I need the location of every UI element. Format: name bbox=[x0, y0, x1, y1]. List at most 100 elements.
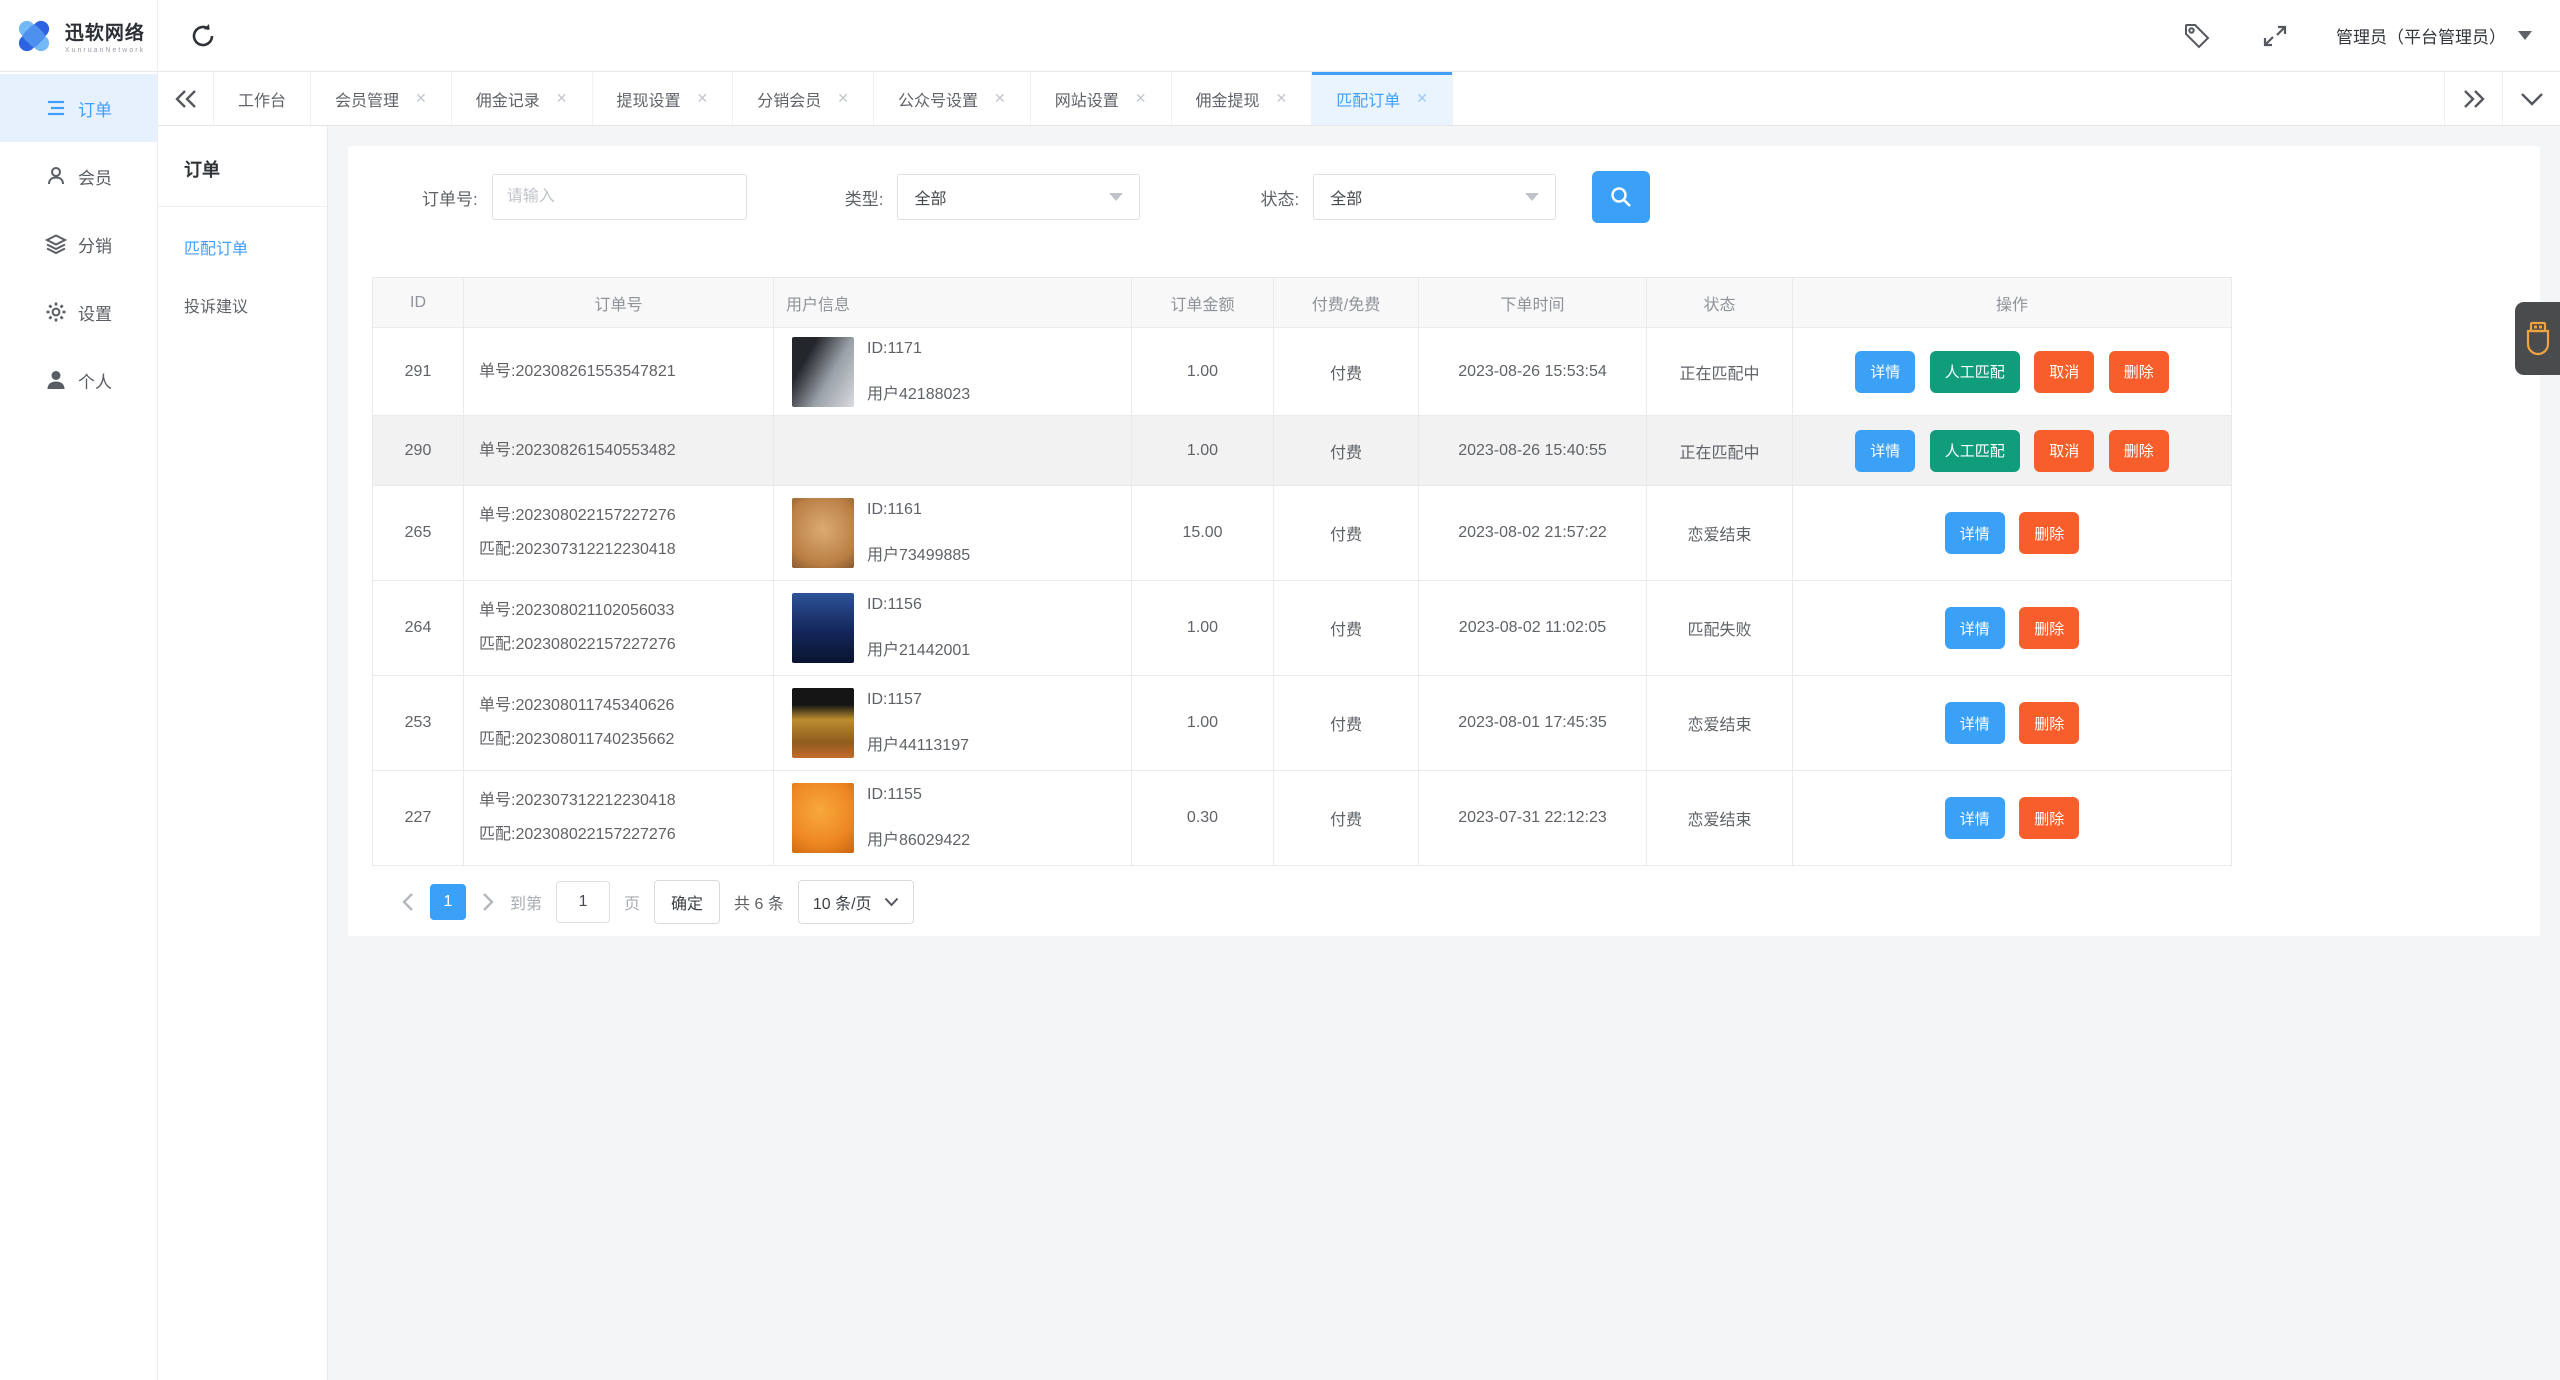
cancel-button[interactable]: 取消 bbox=[2034, 429, 2095, 472]
chevron-down-icon bbox=[884, 897, 898, 907]
delete-button[interactable]: 删除 bbox=[2019, 512, 2080, 554]
chevron-left-icon bbox=[402, 893, 413, 911]
cell-pay-type: 付费 bbox=[1273, 580, 1419, 676]
col-user-info: 用户信息 bbox=[773, 277, 1132, 328]
cell-actions: 详情 删除 bbox=[1792, 770, 2232, 866]
cell-order-no: 单号:202308022157227276 匹配:202307312212230… bbox=[463, 485, 774, 581]
sidebar-item-orders[interactable]: 订单 bbox=[0, 74, 157, 142]
fullscreen-icon[interactable] bbox=[2258, 19, 2292, 53]
filter-bar: 订单号: 类型: 全部 状态: 全部 bbox=[422, 171, 2540, 223]
detail-button[interactable]: 详情 bbox=[1855, 429, 1916, 472]
status-select[interactable]: 全部 bbox=[1313, 174, 1557, 220]
usb-key-widget[interactable] bbox=[2515, 302, 2560, 375]
sidebar-item-distribution[interactable]: 分销 bbox=[0, 210, 157, 278]
detail-button[interactable]: 详情 bbox=[1944, 512, 2005, 554]
goto-label: 到第 bbox=[510, 896, 543, 913]
tab-member-management[interactable]: 会员管理 ✕ bbox=[311, 72, 452, 125]
table-header-row: ID 订单号 用户信息 订单金额 付费/免费 下单时间 状态 操作 bbox=[372, 277, 2232, 328]
col-amount: 订单金额 bbox=[1131, 277, 1274, 328]
admin-menu[interactable]: 管理员（平台管理员） bbox=[2336, 23, 2532, 48]
chevron-down-icon bbox=[2518, 31, 2532, 40]
cell-order-time: 2023-08-26 15:40:55 bbox=[1418, 415, 1647, 486]
goto-page-input[interactable] bbox=[556, 881, 611, 923]
cell-amount: 1.00 bbox=[1131, 415, 1274, 486]
brand-logo-icon bbox=[18, 20, 49, 51]
tab-distribution-members[interactable]: 分销会员 ✕ bbox=[733, 72, 875, 125]
sidebar-item-profile[interactable]: 个人 bbox=[0, 346, 157, 414]
chevron-down-icon bbox=[2520, 92, 2543, 106]
tab-withdraw-settings[interactable]: 提现设置 ✕ bbox=[593, 72, 734, 125]
submenu-item-complaints[interactable]: 投诉建议 bbox=[158, 279, 327, 337]
pagination: 1 到第 页 确定 共 6 条 10 条/页 bbox=[400, 880, 2540, 924]
tab-workbench[interactable]: 工作台 bbox=[214, 72, 312, 125]
manual-match-button[interactable]: 人工匹配 bbox=[1929, 350, 2020, 393]
cell-id: 265 bbox=[372, 485, 464, 581]
delete-button[interactable]: 删除 bbox=[2019, 797, 2080, 839]
chevrons-right-icon bbox=[2463, 89, 2485, 108]
order-no-input[interactable] bbox=[491, 174, 747, 220]
close-icon[interactable]: ✕ bbox=[1135, 90, 1147, 107]
prev-page-button[interactable] bbox=[400, 892, 416, 912]
caret-down-icon bbox=[1109, 193, 1124, 201]
delete-button[interactable]: 删除 bbox=[2019, 607, 2080, 649]
cell-amount: 0.30 bbox=[1131, 770, 1274, 866]
cell-actions: 详情 人工匹配 取消 删除 bbox=[1792, 327, 2232, 416]
user-name: 用户73499885 bbox=[867, 547, 971, 564]
sidebar-item-settings[interactable]: 设置 bbox=[0, 278, 157, 346]
cell-id: 264 bbox=[372, 580, 464, 676]
tab-website-settings[interactable]: 网站设置 ✕ bbox=[1031, 72, 1172, 125]
brand-subtitle: XunruanNetwork bbox=[64, 46, 146, 54]
cell-pay-type: 付费 bbox=[1273, 327, 1419, 416]
delete-button[interactable]: 删除 bbox=[2108, 429, 2169, 472]
confirm-page-button[interactable]: 确定 bbox=[654, 880, 721, 924]
table-row: 291 单号:202308261553547821 ID:1171 用户4218… bbox=[372, 327, 2232, 416]
detail-button[interactable]: 详情 bbox=[1944, 607, 2005, 649]
tab-label: 会员管理 bbox=[335, 92, 400, 110]
current-page-button[interactable]: 1 bbox=[430, 884, 466, 920]
cancel-button[interactable]: 取消 bbox=[2034, 350, 2095, 393]
main-content: 订单号: 类型: 全部 状态: 全部 bbox=[328, 126, 2560, 1380]
detail-button[interactable]: 详情 bbox=[1944, 797, 2005, 839]
close-icon[interactable]: ✕ bbox=[415, 90, 427, 107]
cell-status: 恋爱结束 bbox=[1646, 675, 1793, 771]
cell-status: 匹配失败 bbox=[1646, 580, 1793, 676]
refresh-icon[interactable] bbox=[186, 19, 220, 53]
tab-official-account-settings[interactable]: 公众号设置 ✕ bbox=[874, 72, 1031, 125]
close-icon[interactable]: ✕ bbox=[1416, 90, 1428, 107]
close-icon[interactable]: ✕ bbox=[1276, 90, 1288, 107]
collapse-tabs-button[interactable] bbox=[158, 72, 214, 125]
cell-pay-type: 付费 bbox=[1273, 770, 1419, 866]
content-card: 订单号: 类型: 全部 状态: 全部 bbox=[348, 146, 2540, 936]
detail-button[interactable]: 详情 bbox=[1944, 702, 2005, 744]
sidebar-item-label: 设置 bbox=[78, 304, 112, 324]
cell-pay-type: 付费 bbox=[1273, 675, 1419, 771]
close-icon[interactable]: ✕ bbox=[994, 90, 1006, 107]
search-button[interactable] bbox=[1592, 171, 1651, 223]
tab-label: 分销会员 bbox=[757, 92, 822, 110]
next-page-button[interactable] bbox=[480, 892, 496, 912]
submenu-item-match-orders[interactable]: 匹配订单 bbox=[158, 221, 327, 279]
tab-actions-button[interactable] bbox=[2502, 72, 2560, 125]
cell-amount: 15.00 bbox=[1131, 485, 1274, 581]
orders-table: ID 订单号 用户信息 订单金额 付费/免费 下单时间 状态 操作 291 单号… bbox=[372, 277, 2232, 866]
delete-button[interactable]: 删除 bbox=[2108, 350, 2169, 393]
top-header: 迅软网络 XunruanNetwork 管理员（平台管理员） bbox=[0, 0, 2560, 72]
distribution-icon bbox=[45, 234, 67, 255]
tag-icon[interactable] bbox=[2180, 19, 2214, 53]
manual-match-button[interactable]: 人工匹配 bbox=[1929, 429, 2020, 472]
table-row: 290 单号:202308261540553482 1.00 付费 2023-0… bbox=[372, 415, 2232, 486]
close-icon[interactable]: ✕ bbox=[697, 90, 709, 107]
tab-commission-records[interactable]: 佣金记录 ✕ bbox=[452, 72, 593, 125]
cell-id: 291 bbox=[372, 327, 464, 416]
tab-commission-withdraw[interactable]: 佣金提现 ✕ bbox=[1172, 72, 1313, 125]
page-size-select[interactable]: 10 条/页 bbox=[797, 880, 914, 924]
tab-match-orders[interactable]: 匹配订单 ✕ bbox=[1312, 72, 1454, 125]
close-icon[interactable]: ✕ bbox=[837, 90, 849, 107]
cell-actions: 详情 删除 bbox=[1792, 675, 2232, 771]
more-tabs-button[interactable] bbox=[2444, 72, 2502, 125]
close-icon[interactable]: ✕ bbox=[556, 90, 568, 107]
type-select[interactable]: 全部 bbox=[897, 174, 1141, 220]
detail-button[interactable]: 详情 bbox=[1855, 350, 1916, 393]
sidebar-item-members[interactable]: 会员 bbox=[0, 142, 157, 210]
delete-button[interactable]: 删除 bbox=[2019, 702, 2080, 744]
